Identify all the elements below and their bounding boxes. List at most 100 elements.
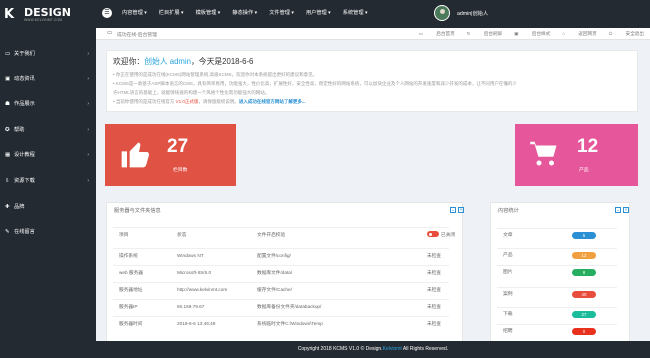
footer-suffix: All Rights Reserved. (401, 346, 449, 352)
row-key: 服务器IP (119, 304, 138, 309)
stat-label: 栏目数 (173, 168, 188, 173)
breadcrumb-path: 成功在线-后台管理 (117, 33, 157, 38)
version-label: V1.0正式版 (175, 99, 199, 104)
sidebar-item-messages[interactable]: ✎ 在线留言 (0, 226, 96, 238)
table-row: 服务器IP 60.169.79.67 数据库备份文件夹/databackup/未检查 (113, 299, 449, 313)
welcome-user: 创始人 admin (144, 57, 191, 66)
row-key: 数据库文件/data/ (257, 270, 293, 275)
server-info-panel: 服务器与文件夹信息 ⌄ × 项目 状态 文件开启校验 已关闭 操作系统 Windows N… (106, 202, 464, 342)
toolbar-style-button[interactable]: ▣ 后台样式 (514, 31, 550, 37)
sidebar-item-label: 资源下载 (14, 178, 35, 184)
sidebar-item-label: 作品展示 (14, 101, 35, 107)
count-badge: 12 (572, 252, 596, 259)
grid-icon: ▦ (5, 152, 11, 158)
welcome-panel: 欢迎你：创始人 admin，今天是2018-6-6 • 你正在使用的是成功在线(… (106, 50, 638, 112)
sidebar-item-about[interactable]: ▭ 关于我们 › (0, 48, 96, 60)
sidebar-item-news[interactable]: ▣ 动态资讯 › (0, 73, 96, 85)
row-value: 未检查 (427, 253, 442, 258)
list-item: 案例 40 (497, 287, 617, 301)
chevron-right-icon: › (87, 152, 89, 158)
file-check-toggle[interactable] (427, 231, 439, 237)
stat-card-products[interactable]: 12 产品 (515, 124, 638, 186)
footer-link[interactable]: Kelvinmt (383, 346, 402, 352)
toolbar-home-button[interactable]: ▭ 后台首页 (419, 31, 455, 37)
top-bar: K DESIGN WWW.KELVINMT.COM ☰ 内容管理 ▾ 栏目扩展 … (0, 0, 650, 28)
avatar[interactable] (434, 5, 450, 21)
chevron-right-icon: › (87, 178, 89, 184)
chevron-right-icon: › (87, 127, 89, 133)
list-item: 图片 8 (497, 265, 617, 279)
collapse-icon[interactable]: ⌄ (615, 207, 621, 213)
footer: Copyright 2018 KCMS V1.0 © Design.Kelvin… (96, 341, 650, 358)
sidebar-item-label: 设计教程 (14, 152, 35, 158)
menu-toggle-icon[interactable]: ☰ (102, 8, 112, 18)
toolbar-refresh-label: 后台刷屏 (483, 31, 503, 36)
download-icon: ⇩ (5, 178, 10, 184)
row-key: 缓存文件/Cache/ (257, 287, 292, 292)
row-value: Microsoft-IIS/6.0 (177, 270, 212, 275)
row-key: 项目 (119, 232, 129, 237)
sidebar-item-downloads[interactable]: ⇩ 资源下载 › (0, 175, 96, 187)
monitor-icon: ▭ (5, 51, 11, 57)
panel-title: 服务器与文件夹信息 (114, 208, 161, 214)
stat-card-columns[interactable]: 27 栏目数 (105, 124, 236, 186)
collapse-icon[interactable]: ⌄ (450, 207, 456, 213)
monitor-icon: ▭ (107, 30, 113, 36)
row-key: 系统临时文件C:\Windows\Temp (257, 321, 323, 326)
topnav-column-ext[interactable]: 栏目扩展 ▾ (159, 9, 184, 16)
top-nav: 内容管理 ▾ 栏目扩展 ▾ 模板管理 ▾ 静态操作 ▾ 文件管理 ▾ 用户管理 … (122, 9, 380, 16)
welcome-line-3: 许HTML语言的基础上，就能够快速的构建一个风格个性化而功能强大的网站。 (113, 90, 270, 95)
close-icon[interactable]: × (458, 207, 464, 213)
edit-icon: ✎ (5, 229, 10, 235)
welcome-line-4-prefix: • 当前你使用的是成功在线官方 (113, 99, 176, 104)
count-badge: 5 (572, 232, 596, 239)
count-badge: 0 (572, 328, 596, 335)
count-badge: 8 (572, 269, 596, 276)
welcome-line-1: • 你正在使用的是成功在线(KCMS)网站管理系统,高级KCMS，欢迎你对本系统… (113, 72, 318, 77)
user-name[interactable]: admin|创始人 (457, 10, 488, 17)
table-row: 服务器时间 2018-6-6 13:46:49 系统临时文件C:\Windows\T… (113, 316, 449, 330)
content-type-label: 产品 (503, 253, 513, 258)
sidebar-item-help[interactable]: ✪ 帮助 › (0, 124, 96, 136)
row-key: 文件开启校验 (257, 232, 286, 237)
row-value: 未检查 (427, 321, 442, 326)
toolbar-home-label: 后台首页 (436, 31, 455, 36)
topnav-system[interactable]: 系统管理 ▾ (343, 9, 368, 16)
toolbar-refresh-button[interactable]: ↻ 后台刷屏 (467, 31, 503, 37)
sidebar-item-works[interactable]: ☗ 作品展示 › (0, 98, 96, 110)
logo[interactable]: K DESIGN WWW.KELVINMT.COM (4, 5, 94, 25)
panel-title: 内容统计 (498, 208, 519, 214)
list-item: 产品 12 (497, 248, 617, 262)
sidebar-item-brand[interactable]: ✚ 品牌 (0, 201, 96, 213)
topnav-templates[interactable]: 模板管理 ▾ (196, 9, 221, 16)
toolbar: ▭ 后台首页 ↻ 后台刷屏 ▣ 后台样式 ⌂ 返回网页 ⏻ 安全退出 (407, 31, 644, 37)
close-icon[interactable]: × (623, 207, 629, 213)
image-icon: ☗ (5, 101, 10, 107)
sidebar-item-label: 帮助 (14, 127, 25, 133)
topnav-files[interactable]: 文件管理 ▾ (269, 9, 294, 16)
welcome-prefix: 欢迎你： (113, 57, 145, 66)
topnav-content[interactable]: 内容管理 ▾ (122, 9, 147, 16)
row-key: web 服务器 (119, 270, 143, 275)
row-key: 操作系统 (119, 253, 138, 258)
official-site-link[interactable]: 进入成功在线官方网站了解更多... (239, 99, 306, 104)
row-value: Windows NT (177, 253, 204, 258)
row-key: 配置文件/config/ (257, 253, 291, 258)
breadcrumb: ▭ 成功在线-后台管理 ▭ 后台首页 ↻ 后台刷屏 ▣ 后台样式 ⌂ 返回网页 … (96, 28, 650, 40)
toolbar-website-button[interactable]: ⌂ 返回网页 (562, 31, 596, 37)
toolbar-style-label: 后台样式 (531, 31, 551, 36)
topnav-static[interactable]: 静态操作 ▾ (232, 9, 257, 16)
chevron-right-icon: › (87, 76, 89, 82)
row-value: 未检查 (427, 287, 442, 292)
row-value: http://www.kelvinmt.com (177, 287, 228, 292)
sidebar-item-tutorials[interactable]: ▦ 设计教程 › (0, 149, 96, 161)
stat-value: 12 (577, 136, 599, 157)
row-value: 未检查 (427, 270, 442, 275)
topnav-users[interactable]: 用户管理 ▾ (306, 9, 331, 16)
logo-subtitle: WWW.KELVINMT.COM (24, 18, 63, 22)
list-item: 文章 5 (497, 228, 617, 242)
welcome-title: 欢迎你：创始人 admin，今天是2018-6-6 (113, 56, 253, 67)
row-key: 服务器地址 (119, 287, 143, 292)
toolbar-logout-button[interactable]: ⏻ 安全退出 (609, 31, 644, 37)
welcome-line-4-mid: ，请保留版权说明。 (198, 99, 239, 104)
